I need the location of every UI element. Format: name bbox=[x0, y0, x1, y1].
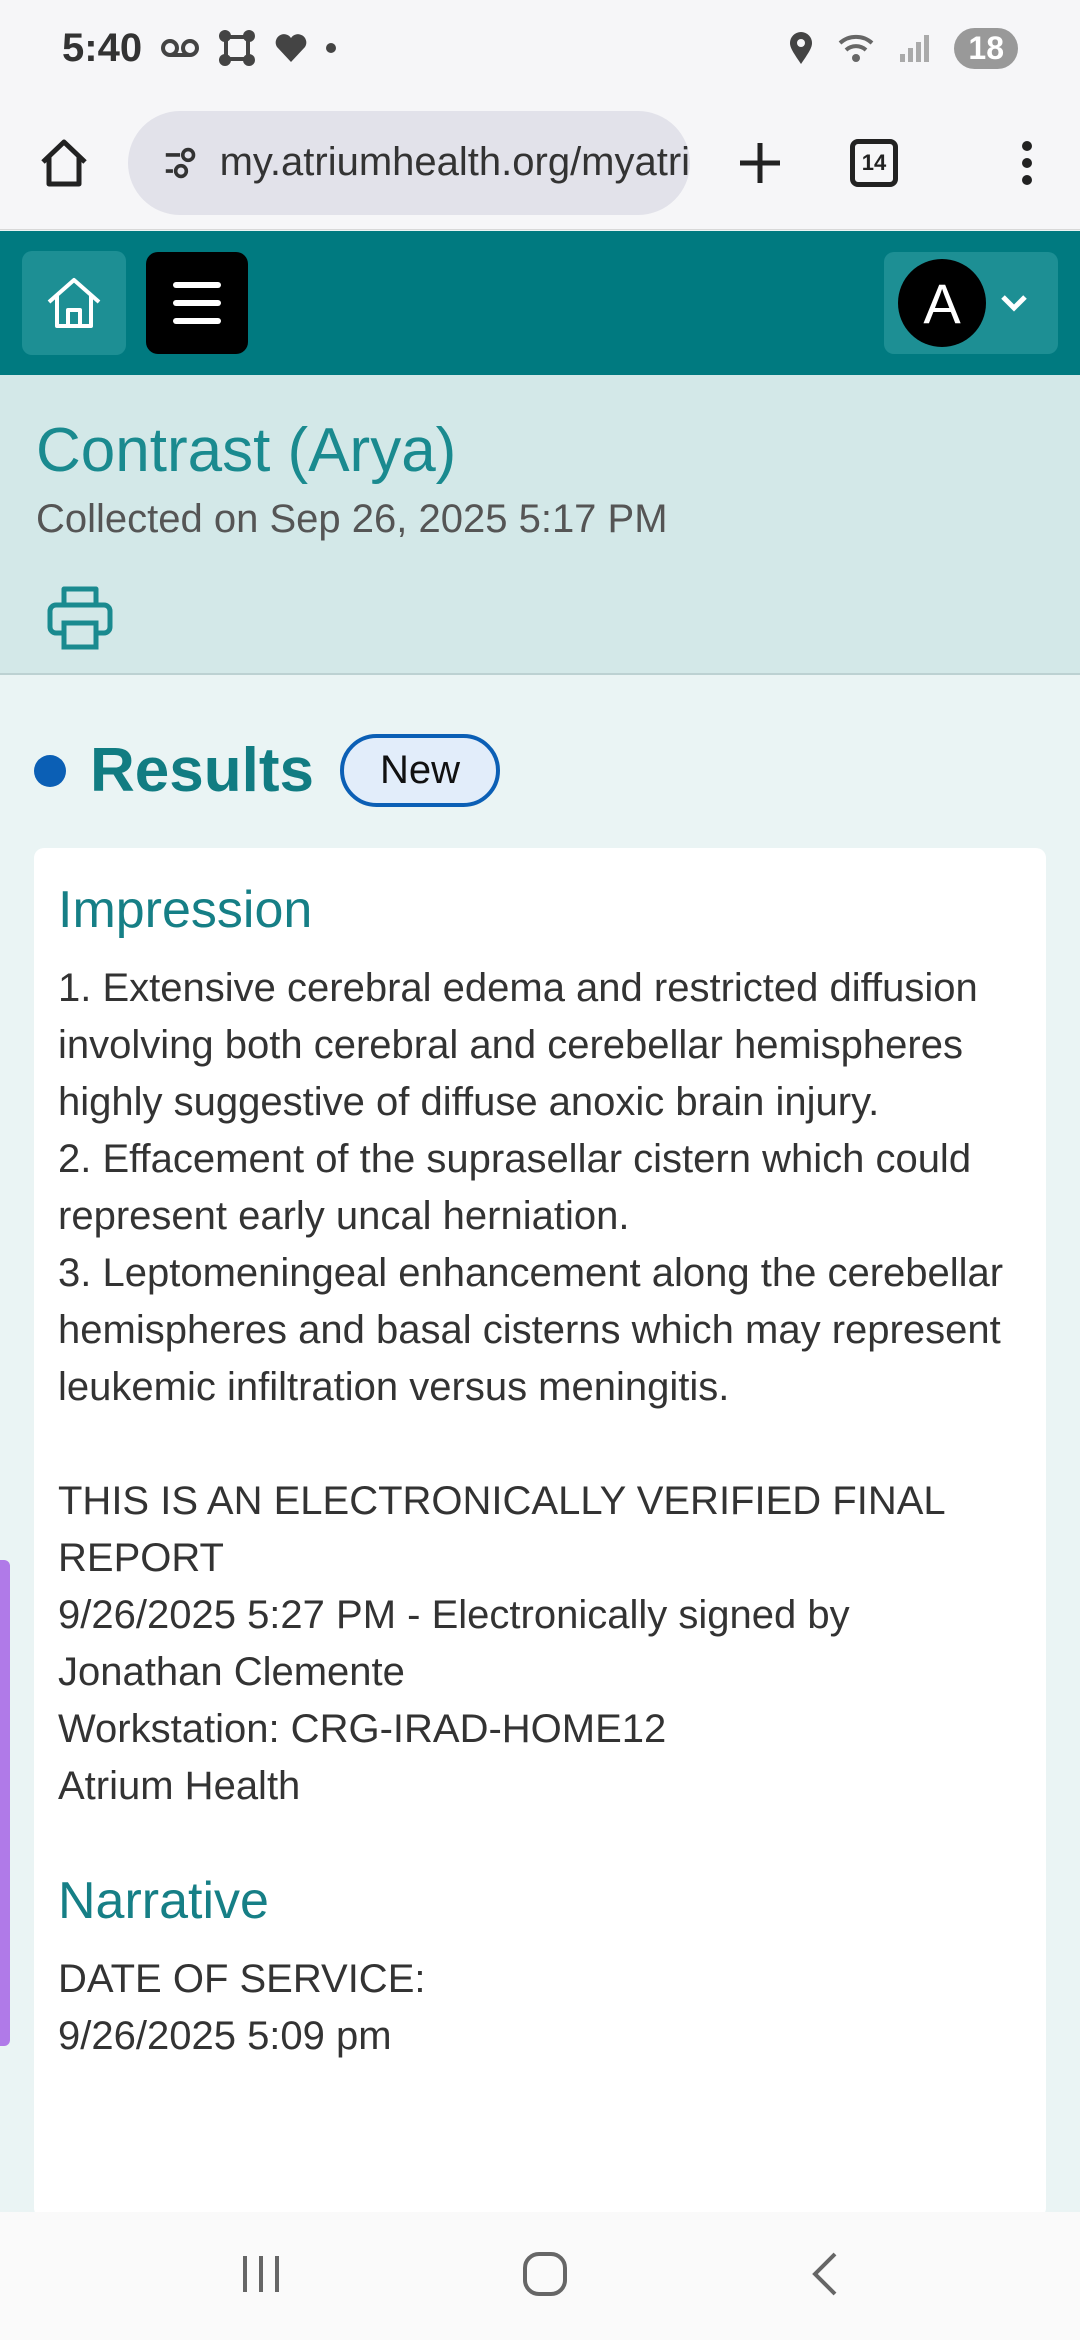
system-navigation-bar bbox=[0, 2212, 1080, 2340]
back-button[interactable] bbox=[807, 2250, 841, 2303]
status-system-icons: 18 bbox=[788, 27, 1018, 69]
narrative-heading: Narrative bbox=[58, 1872, 269, 1930]
page-title: Contrast (Arya) bbox=[36, 416, 457, 485]
printer-icon bbox=[47, 586, 113, 650]
unread-dot-icon bbox=[34, 754, 66, 787]
voicemail-icon bbox=[161, 39, 200, 57]
results-card: Impression 1. Extensive cerebral edema a… bbox=[34, 848, 1046, 2218]
page-title-partial: MRI Brain W And Wo bbox=[36, 375, 621, 384]
home-circle-icon bbox=[523, 2251, 567, 2296]
home-nav-button[interactable] bbox=[521, 2250, 569, 2303]
hamburger-line-icon bbox=[173, 300, 221, 306]
account-menu-button[interactable]: A bbox=[884, 252, 1058, 354]
home-icon bbox=[41, 139, 87, 186]
edge-panel-handle[interactable] bbox=[0, 1560, 10, 2046]
heart-icon bbox=[275, 34, 307, 62]
impression-heading: Impression bbox=[58, 881, 313, 939]
menu-dot-icon bbox=[1022, 140, 1032, 151]
signal-icon bbox=[900, 35, 930, 62]
new-tab-button[interactable] bbox=[690, 140, 830, 186]
recents-icon bbox=[243, 2255, 279, 2292]
tab-switcher-button[interactable]: 14 bbox=[850, 138, 898, 187]
print-button[interactable] bbox=[44, 581, 116, 653]
narrative-line: DATE OF SERVICE: bbox=[58, 1957, 426, 2001]
battery-indicator: 18 bbox=[954, 27, 1018, 69]
wifi-icon bbox=[839, 34, 874, 62]
app-home-button[interactable] bbox=[22, 251, 126, 355]
results-heading-row: Results New bbox=[34, 734, 500, 807]
avatar: A bbox=[898, 259, 986, 347]
impression-item: 2. Effacement of the suprasellar cistern… bbox=[58, 1137, 972, 1238]
recents-button[interactable] bbox=[239, 2254, 283, 2299]
verification-line: THIS IS AN ELECTRONICALLY VERIFIED FINAL… bbox=[58, 1479, 945, 1580]
impression-item: 1. Extensive cerebral edema and restrict… bbox=[58, 966, 978, 1124]
status-time: 5:40 bbox=[62, 25, 143, 70]
hamburger-line-icon bbox=[173, 318, 221, 324]
new-badge: New bbox=[339, 734, 500, 807]
home-icon bbox=[47, 278, 101, 328]
verification-text: THIS IS AN ELECTRONICALLY VERIFIED FINAL… bbox=[58, 1473, 1022, 1815]
back-icon bbox=[812, 2252, 837, 2295]
status-notification-icons bbox=[160, 29, 337, 67]
site-settings-icon[interactable] bbox=[164, 145, 202, 181]
results-heading: Results bbox=[90, 736, 314, 805]
menu-dot-icon bbox=[1022, 157, 1032, 168]
browser-toolbar: my.atriumhealth.org/myatrium 14 bbox=[0, 96, 1080, 230]
browser-home-button[interactable] bbox=[0, 96, 128, 230]
hamburger-menu-button[interactable] bbox=[146, 252, 248, 354]
report-title-section: MRI Brain W And Wo Contrast (Arya) Colle… bbox=[0, 375, 1080, 675]
url-text: my.atriumhealth.org/myatrium bbox=[219, 140, 690, 184]
narrative-text: DATE OF SERVICE: 9/26/2025 5:09 pm bbox=[58, 1951, 1022, 2065]
impression-item: 3. Leptomeningeal enhancement along the … bbox=[58, 1251, 1004, 1409]
plus-icon bbox=[740, 142, 780, 183]
app-notification-icon bbox=[219, 30, 256, 66]
hamburger-line-icon bbox=[173, 282, 221, 288]
chevron-down-icon bbox=[1001, 295, 1027, 312]
location-icon bbox=[790, 32, 813, 64]
menu-dot-icon bbox=[1022, 174, 1032, 185]
impression-text: 1. Extensive cerebral edema and restrict… bbox=[58, 960, 1022, 1416]
app-header: A bbox=[0, 231, 1080, 375]
narrative-line: 9/26/2025 5:09 pm bbox=[58, 2014, 392, 2058]
collected-date: Collected on Sep 26, 2025 5:17 PM bbox=[36, 497, 668, 541]
more-dot-icon bbox=[326, 43, 337, 53]
browser-menu-button[interactable] bbox=[1022, 140, 1032, 185]
verification-line: Workstation: CRG-IRAD-HOME12 bbox=[58, 1707, 667, 1751]
verification-line: 9/26/2025 5:27 PM - Electronically signe… bbox=[58, 1593, 850, 1694]
status-bar: 5:40 18 bbox=[0, 0, 1080, 96]
address-bar[interactable]: my.atriumhealth.org/myatrium bbox=[128, 110, 690, 215]
verification-line: Atrium Health bbox=[58, 1764, 301, 1808]
